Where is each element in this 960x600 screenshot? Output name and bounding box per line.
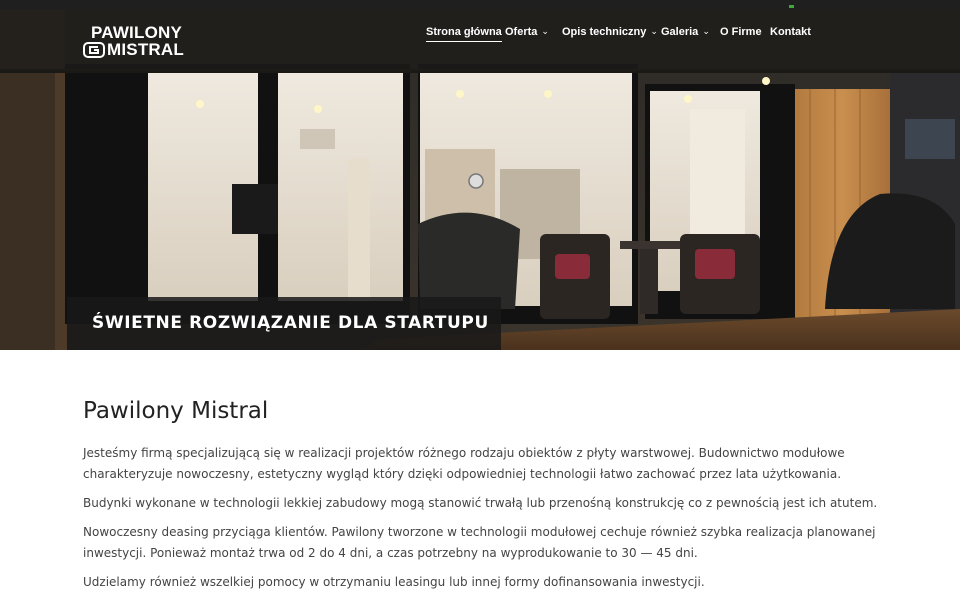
intro-paragraph: Jesteśmy firmą specjalizującą się w real… bbox=[83, 446, 845, 481]
nav-item-label: Opis techniczny bbox=[562, 26, 647, 38]
nav-item-label: O Firme bbox=[720, 26, 762, 38]
nav-item-label: Kontakt bbox=[770, 26, 811, 38]
nav-item-label: Galeria bbox=[661, 26, 699, 38]
logo-text-line2: MISTRAL bbox=[107, 40, 184, 59]
nav-item-kontakt[interactable]: Kontakt bbox=[770, 26, 811, 38]
logo-mark-icon bbox=[83, 42, 105, 58]
nav-item-galeria[interactable]: Galeria ⌄ bbox=[661, 26, 710, 38]
status-dot bbox=[789, 5, 794, 8]
chevron-down-icon: ⌄ bbox=[650, 26, 658, 36]
nav-item-o-firme[interactable]: O Firme bbox=[720, 26, 762, 38]
nav-item-label: Oferta bbox=[505, 26, 538, 38]
chevron-down-icon: ⌄ bbox=[702, 26, 710, 36]
intro-paragraph: Udzielamy również wszelkiej pomocy w otr… bbox=[83, 575, 705, 589]
main-content: Pawilony Mistral Jesteśmy firmą specjali… bbox=[83, 398, 883, 600]
chevron-down-icon: ⌄ bbox=[541, 26, 549, 36]
nav-item-oferta[interactable]: Oferta ⌄ bbox=[505, 26, 549, 38]
intro-paragraph: Budynki wykonane w technologii lekkiej z… bbox=[83, 496, 878, 510]
hero-caption: ŚWIETNE ROZWIĄZANIE DLA STARTUPU bbox=[67, 297, 501, 350]
page-title: Pawilony Mistral bbox=[83, 398, 269, 424]
nav-item-home[interactable]: Strona główna bbox=[426, 26, 502, 42]
intro-paragraph: Nowoczesny deasing przyciąga klientów. P… bbox=[83, 525, 876, 560]
nav-item-opis-techniczny[interactable]: Opis techniczny ⌄ bbox=[562, 26, 658, 38]
hero-caption-text: ŚWIETNE ROZWIĄZANIE DLA STARTUPU bbox=[92, 313, 489, 333]
site-logo[interactable]: PAWILONY MISTRAL bbox=[83, 23, 184, 63]
browser-top-strip bbox=[0, 0, 960, 9]
nav-item-label: Strona główna bbox=[426, 26, 502, 38]
